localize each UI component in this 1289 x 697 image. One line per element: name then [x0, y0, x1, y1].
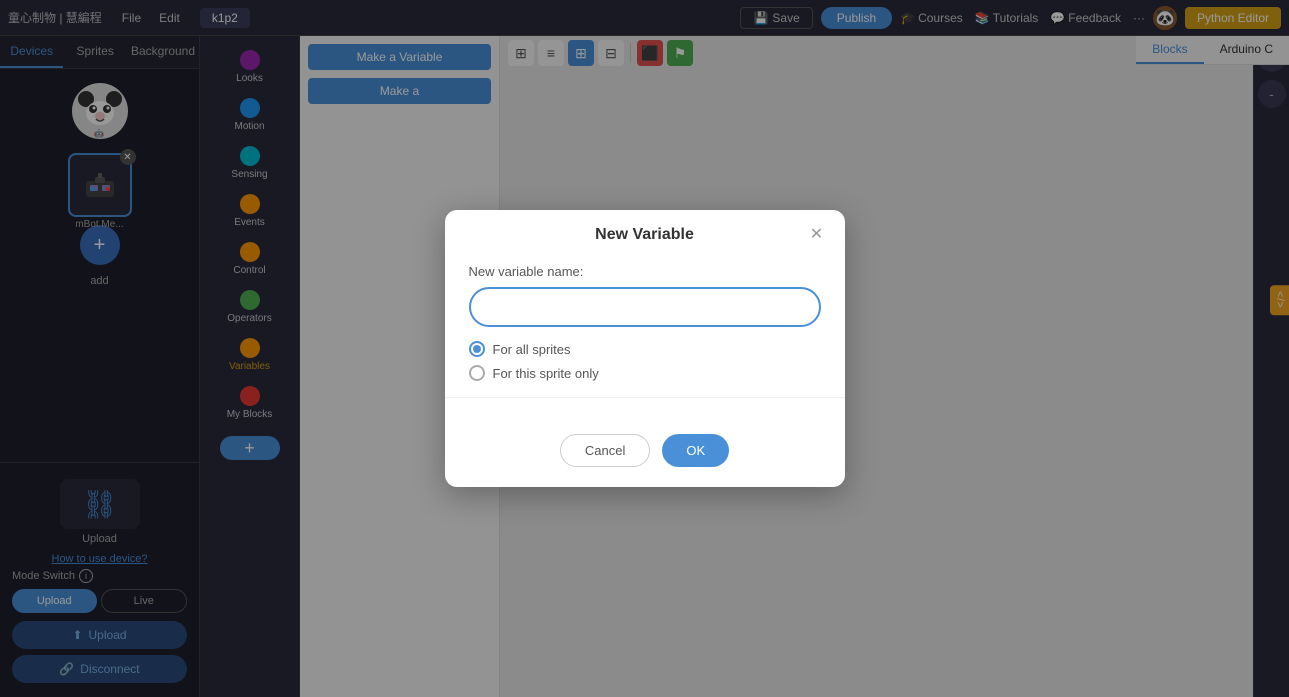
new-variable-dialog: New Variable ✕ New variable name: For al… — [445, 210, 845, 487]
variable-name-input[interactable] — [469, 287, 821, 327]
close-icon: ✕ — [810, 224, 823, 244]
dialog-footer: Cancel OK — [445, 434, 845, 487]
dialog-body: New variable name: For all sprites For t… — [445, 252, 845, 434]
ok-button[interactable]: OK — [662, 434, 729, 467]
radio-this-sprite[interactable]: For this sprite only — [469, 365, 821, 381]
radio-all-sprites[interactable]: For all sprites — [469, 341, 821, 357]
dialog-header: New Variable ✕ — [445, 210, 845, 252]
dialog-divider — [445, 397, 845, 398]
dialog-title: New Variable — [595, 226, 694, 244]
radio-group: For all sprites For this sprite only — [469, 341, 821, 381]
cancel-button[interactable]: Cancel — [560, 434, 650, 467]
dialog-overlay: New Variable ✕ New variable name: For al… — [0, 0, 1289, 697]
radio-this-sprite-circle — [469, 365, 485, 381]
dialog-close-button[interactable]: ✕ — [805, 222, 829, 246]
radio-all-sprites-circle — [469, 341, 485, 357]
dialog-field-label: New variable name: — [469, 264, 821, 279]
